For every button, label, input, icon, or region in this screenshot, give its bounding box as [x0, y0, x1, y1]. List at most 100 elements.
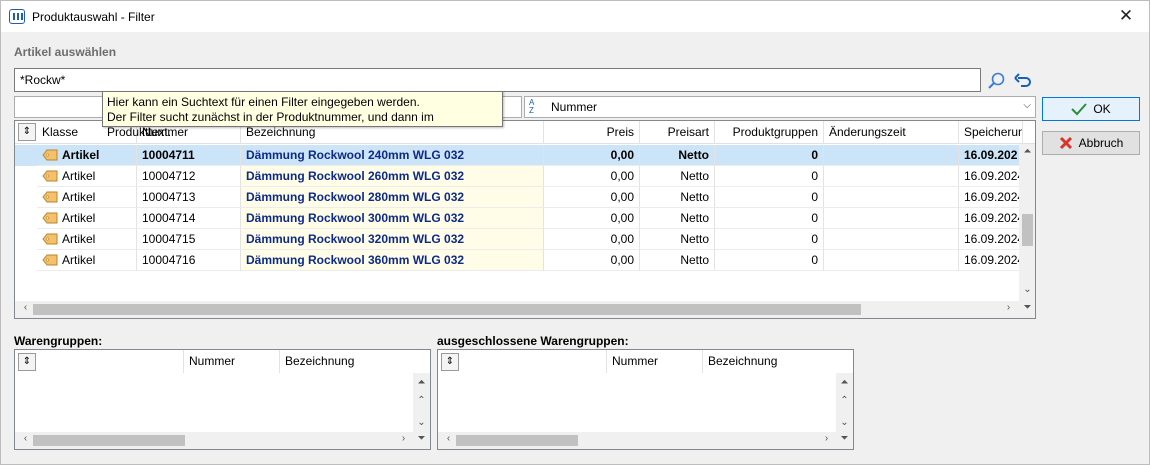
scroll-left-icon[interactable]: ‹: [17, 433, 34, 444]
undo-icon[interactable]: [1013, 71, 1033, 91]
warengruppen-vertical-scrollbar[interactable]: ⏶ ⌃ ⌄ ⏷: [413, 373, 430, 449]
sort-handle-icon[interactable]: ⇕: [18, 353, 36, 371]
cell-preis: 0,00: [544, 208, 640, 229]
scroll-right-icon[interactable]: ›: [395, 433, 412, 444]
app-icon: [9, 9, 25, 24]
cell-aenderungszeit: [824, 187, 959, 208]
ok-button[interactable]: OK: [1042, 97, 1140, 121]
cell-klasse: Artikel: [37, 145, 137, 166]
cell-aenderungszeit: [824, 166, 959, 187]
cell-produktgruppen: 0: [715, 208, 824, 229]
table-row[interactable]: Artikel 10004711 Dämmung Rockwool 240mm WL…: [15, 145, 1023, 166]
cell-speicherung: 16.09.2024: [959, 187, 1023, 208]
cell-aenderungszeit: [824, 145, 959, 166]
cell-nummer: 10004716: [137, 250, 241, 271]
cell-klasse-text: Artikel: [62, 148, 100, 162]
cell-preis: 0,00: [544, 187, 640, 208]
section-label: Artikel auswählen: [14, 45, 117, 59]
window-title: Produktauswahl - Filter: [32, 10, 155, 24]
column-header-produktgruppen[interactable]: Produktgruppen: [715, 121, 824, 144]
cell-nummer: 10004715: [137, 229, 241, 250]
cell-bezeichnung: Dämmung Rockwool 280mm WLG 032: [241, 187, 544, 208]
scroll-down-icon[interactable]: ⌄: [413, 417, 430, 428]
cell-preisart: Netto: [640, 250, 715, 271]
ausgeschlossen-hscroll-thumb[interactable]: [456, 435, 578, 446]
scroll-bottom-icon[interactable]: ⏷: [836, 433, 853, 444]
scroll-down-icon[interactable]: ⌄: [1019, 284, 1035, 295]
grid-vscroll-thumb[interactable]: [1022, 214, 1033, 246]
cell-preisart: Netto: [640, 166, 715, 187]
table-row[interactable]: Artikel 10004712 Dämmung Rockwool 260mm WL…: [15, 166, 1023, 187]
scroll-up-icon[interactable]: ⌃: [413, 395, 430, 406]
tag-icon: [42, 149, 58, 161]
scroll-top-icon[interactable]: ⏶: [413, 377, 430, 388]
warengruppen-horizontal-scrollbar[interactable]: ‹ ›: [15, 432, 413, 449]
warengruppen-grid[interactable]: ⇕ Nummer Bezeichnung ⏶ ⌃ ⌄ ⏷ ‹ ›: [14, 349, 431, 450]
tooltip: Hier kann ein Suchtext für einen Filter …: [102, 91, 503, 139]
tag-icon: [42, 191, 58, 203]
column-header-preisart[interactable]: Preisart: [640, 121, 715, 144]
cell-produktgruppen: 0: [715, 229, 824, 250]
tag-icon: [42, 254, 58, 266]
scroll-right-icon[interactable]: ›: [1000, 302, 1017, 313]
cell-produktgruppen: 0: [715, 187, 824, 208]
cell-nummer: 10004713: [137, 187, 241, 208]
grid-vertical-scrollbar[interactable]: ⏶ ⌄ ⏷: [1019, 144, 1035, 318]
scroll-down-icon[interactable]: ⌄: [836, 417, 853, 428]
ausgeschlossen-grid[interactable]: ⇕ Nummer Bezeichnung ⏶ ⌃ ⌄ ⏷ ‹ ›: [437, 349, 854, 450]
table-row[interactable]: Artikel 10004713 Dämmung Rockwool 280mm WL…: [15, 187, 1023, 208]
cancel-x-icon: [1059, 136, 1072, 150]
column-header-speicherung[interactable]: Speicherungs: [959, 121, 1023, 144]
search-icon[interactable]: [987, 71, 1007, 91]
warengruppen-header-blank: [37, 350, 184, 373]
sort-az-icon: AZ: [529, 98, 535, 115]
warengruppen-header-bezeichnung[interactable]: Bezeichnung: [280, 350, 412, 373]
table-row[interactable]: Artikel 10004714 Dämmung Rockwool 300mm WL…: [15, 208, 1023, 229]
scroll-top-icon[interactable]: ⏶: [1019, 146, 1035, 157]
cell-nummer: 10004712: [137, 166, 241, 187]
tooltip-line-2: Der Filter sucht zunächst in der Produkt…: [107, 110, 434, 139]
column-header-preis[interactable]: Preis: [544, 121, 640, 144]
ausgeschlossen-header-nummer[interactable]: Nummer: [607, 350, 703, 373]
ausgeschlossen-header-blank: [460, 350, 607, 373]
cell-klasse-text: Artikel: [62, 253, 96, 267]
scroll-left-icon[interactable]: ‹: [17, 302, 34, 313]
search-input[interactable]: *Rockw*: [14, 68, 981, 92]
sort-handle-icon[interactable]: ⇕: [18, 123, 36, 141]
chevron-down-icon: ⌵: [1023, 100, 1031, 111]
column-header-aenderungszeit[interactable]: Änderungszeit: [824, 121, 959, 144]
cell-speicherung: 16.09.2024: [959, 229, 1023, 250]
ausgeschlossen-vertical-scrollbar[interactable]: ⏶ ⌃ ⌄ ⏷: [836, 373, 853, 449]
scroll-bottom-icon[interactable]: ⏷: [1019, 302, 1035, 313]
warengruppen-label: Warengruppen:: [14, 334, 103, 348]
cell-speicherung: 16.09.2024: [959, 208, 1023, 229]
cell-speicherung: 16.09.202: [959, 145, 1023, 166]
grid-horizontal-scrollbar[interactable]: ‹ ›: [15, 301, 1019, 318]
cell-bezeichnung: Dämmung Rockwool 300mm WLG 032: [241, 208, 544, 229]
scroll-right-icon[interactable]: ›: [818, 433, 835, 444]
warengruppen-header-nummer[interactable]: Nummer: [184, 350, 280, 373]
grid-hscroll-thumb[interactable]: [33, 304, 861, 315]
tooltip-line-1: Hier kann ein Suchtext für einen Filter …: [107, 95, 420, 109]
table-row[interactable]: Artikel 10004715 Dämmung Rockwool 320mm WL…: [15, 229, 1023, 250]
scroll-left-icon[interactable]: ‹: [440, 433, 457, 444]
sort-selected-value: Nummer: [551, 100, 598, 114]
scroll-bottom-icon[interactable]: ⏷: [413, 433, 430, 444]
cell-preis: 0,00: [544, 229, 640, 250]
cell-produktgruppen: 0: [715, 145, 824, 166]
close-icon[interactable]: ✕: [1111, 5, 1141, 29]
sort-handle-icon[interactable]: ⇕: [441, 353, 459, 371]
cancel-button[interactable]: Abbruch: [1042, 131, 1140, 155]
ausgeschlossen-header-bezeichnung[interactable]: Bezeichnung: [703, 350, 835, 373]
sort-select[interactable]: AZ Nummer ⌵: [524, 96, 1036, 118]
cell-preisart: Netto: [640, 187, 715, 208]
scroll-up-icon[interactable]: ⌃: [836, 395, 853, 406]
cell-klasse: Artikel: [37, 250, 137, 271]
warengruppen-hscroll-thumb[interactable]: [33, 435, 185, 446]
cell-klasse-text: Artikel: [62, 211, 96, 225]
cell-aenderungszeit: [824, 229, 959, 250]
scroll-top-icon[interactable]: ⏶: [836, 377, 853, 388]
table-row[interactable]: Artikel 10004716 Dämmung Rockwool 360mm WL…: [15, 250, 1023, 271]
ausgeschlossen-horizontal-scrollbar[interactable]: ‹ ›: [438, 432, 836, 449]
product-grid[interactable]: ⇕ Klasse Nummer Bezeichnung Preis Preisa…: [14, 120, 1036, 319]
